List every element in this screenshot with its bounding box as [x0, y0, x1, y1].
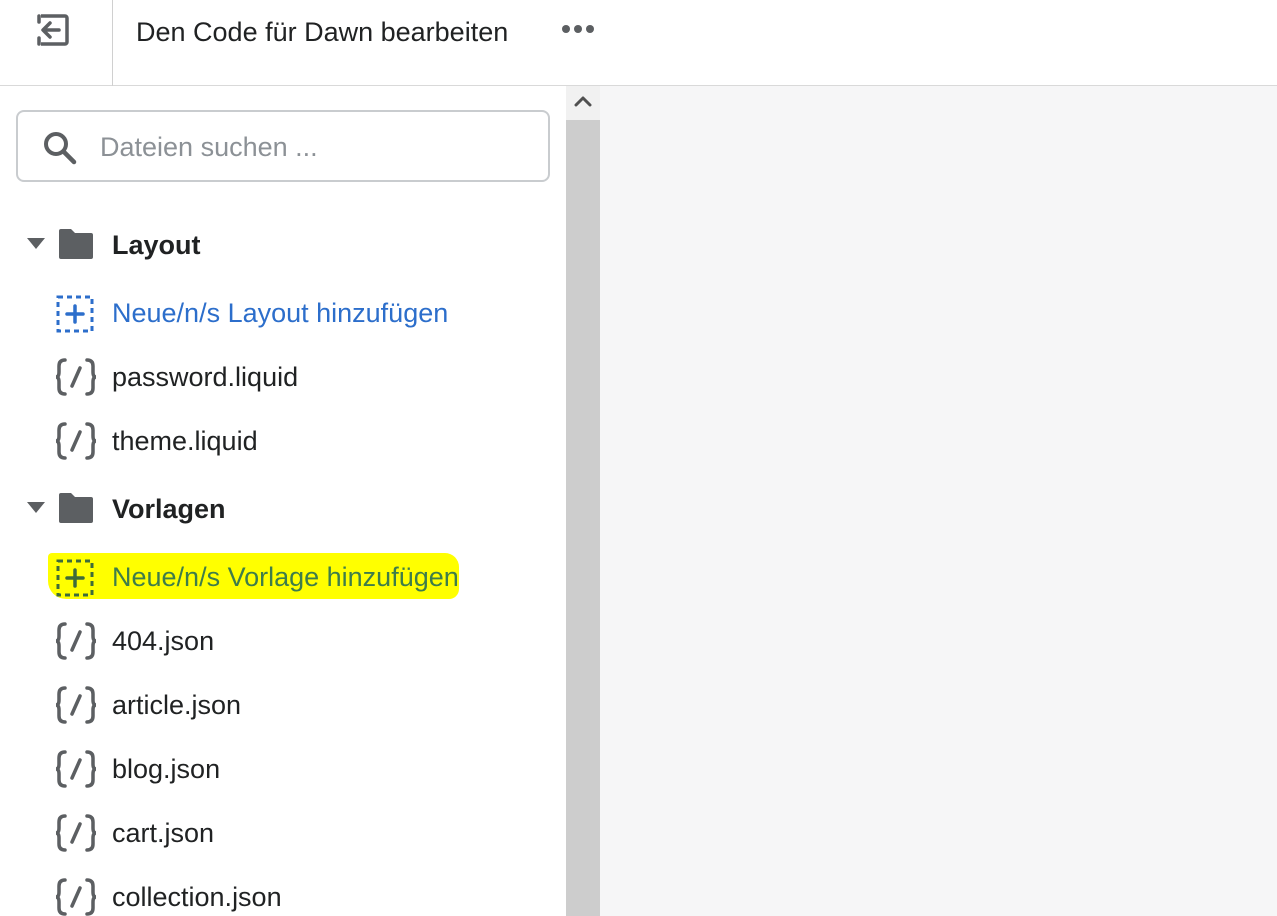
more-actions-button[interactable]: [558, 16, 598, 46]
editor-area: [600, 86, 1277, 916]
file-item[interactable]: blog.json: [0, 741, 566, 797]
file-sidebar-overlay: Neue/n/s Vorlage hinzufügen 404.json art…: [0, 86, 566, 916]
file-item[interactable]: article.json: [0, 677, 566, 733]
sidebar-scrollbar[interactable]: [566, 86, 600, 916]
json-file-icon: [55, 749, 97, 794]
file-item[interactable]: collection.json: [0, 869, 566, 916]
page-title: Den Code für Dawn bearbeiten: [136, 17, 509, 47]
file-label: 404.json: [112, 626, 215, 656]
more-horizontal-icon: [560, 22, 596, 40]
json-file-icon: [55, 813, 97, 858]
add-template-item[interactable]: Neue/n/s Vorlage hinzufügen: [0, 549, 566, 605]
exit-arrow-icon: [35, 12, 71, 53]
file-item[interactable]: 404.json: [0, 613, 566, 669]
add-file-icon: [56, 559, 94, 602]
json-file-icon: [55, 621, 97, 666]
scroll-up-button[interactable]: [566, 86, 600, 120]
json-file-icon: [55, 685, 97, 730]
add-template-link[interactable]: Neue/n/s Vorlage hinzufügen: [112, 560, 459, 594]
chevron-up-icon: [574, 94, 592, 112]
file-label: article.json: [112, 690, 242, 720]
file-label: collection.json: [112, 882, 282, 912]
file-label: blog.json: [112, 754, 221, 784]
exit-editor-button[interactable]: [0, 0, 113, 86]
top-bar: Den Code für Dawn bearbeiten: [0, 0, 1277, 86]
file-label: cart.json: [112, 818, 215, 848]
file-item[interactable]: cart.json: [0, 805, 566, 861]
json-file-icon: [55, 877, 97, 916]
